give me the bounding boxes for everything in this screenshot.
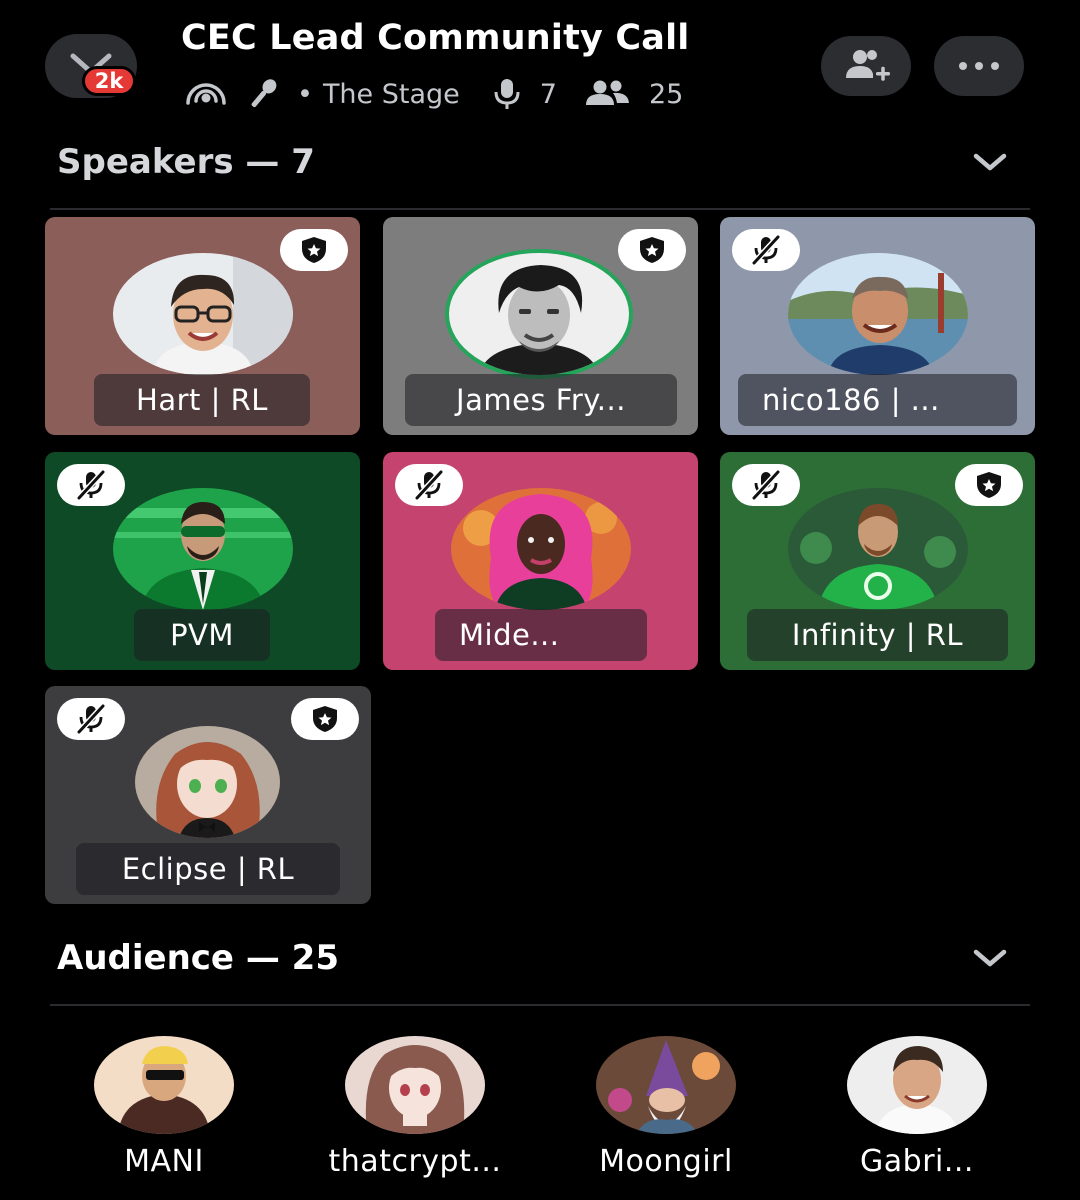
speaker-name: PVM	[134, 609, 270, 661]
speaker-tile[interactable]: Mide...	[383, 452, 698, 670]
speaker-tile[interactable]: James Fry...	[383, 217, 698, 435]
avatar	[135, 726, 280, 838]
speaker-name: Infinity | RL	[747, 609, 1008, 661]
avatar	[345, 1036, 485, 1134]
avatar	[451, 488, 631, 610]
stage-broadcast-icon	[181, 78, 231, 110]
avatar	[113, 488, 293, 610]
mic-muted-icon	[76, 469, 106, 501]
shield-star-icon	[313, 706, 337, 732]
speaker-tile[interactable]: Infinity | RL	[720, 452, 1035, 670]
shield-star-icon	[640, 237, 664, 263]
more-options-button[interactable]	[934, 36, 1024, 96]
speaker-tile[interactable]: PVM	[45, 452, 360, 670]
moderator-badge	[955, 464, 1023, 506]
speaker-tile[interactable]: Eclipse | RL	[45, 686, 371, 904]
chevron-down-icon	[973, 949, 1007, 967]
speaker-name: James Fry...	[405, 374, 677, 426]
muted-indicator	[732, 464, 800, 506]
moderator-badge	[280, 229, 348, 271]
muted-indicator	[57, 464, 125, 506]
shield-star-icon	[977, 472, 1001, 498]
muted-indicator	[732, 229, 800, 271]
speaker-name: Hart | RL	[94, 374, 310, 426]
audience-name: thatcrypt...	[328, 1144, 502, 1179]
divider	[50, 208, 1030, 210]
notification-badge: 2k	[82, 66, 136, 96]
audience-name: Moongirl	[599, 1144, 733, 1179]
collapse-speakers-button[interactable]	[972, 150, 1008, 178]
people-icon	[583, 79, 631, 109]
avatar	[788, 253, 968, 375]
more-icon	[959, 62, 999, 70]
avatar	[94, 1036, 234, 1134]
add-user-icon	[846, 50, 890, 81]
page-title: CEC Lead Community Call	[181, 18, 690, 58]
chevron-down-icon	[973, 153, 1007, 171]
avatar	[788, 488, 968, 610]
mic-muted-icon	[76, 703, 106, 735]
mic-muted-icon	[751, 469, 781, 501]
muted-indicator	[395, 464, 463, 506]
mic-muted-icon	[751, 234, 781, 266]
moderator-badge	[618, 229, 686, 271]
divider	[50, 1004, 1030, 1006]
speaker-mic-icon	[492, 77, 522, 111]
avatar	[847, 1036, 987, 1134]
speaker-name: Mide...	[435, 609, 647, 661]
speaker-tile[interactable]: Hart | RL	[45, 217, 360, 435]
invite-button[interactable]	[821, 36, 911, 96]
muted-indicator	[57, 698, 125, 740]
microphone-icon	[243, 76, 283, 112]
avatar	[113, 253, 293, 375]
listener-count: 25	[648, 78, 684, 110]
speakers-section-title: Speakers — 7	[57, 142, 315, 182]
stage-info: • The Stage 7 25	[181, 74, 683, 114]
moderator-badge	[291, 698, 359, 740]
speaker-tile[interactable]: nico186 | ...	[720, 217, 1035, 435]
speaker-name: Eclipse | RL	[76, 843, 340, 895]
audience-member[interactable]: thatcrypt...	[300, 1036, 530, 1186]
audience-member[interactable]: Gabri...	[802, 1036, 1032, 1186]
shield-star-icon	[302, 237, 326, 263]
audience-section-title: Audience — 25	[57, 938, 339, 978]
speaker-name: nico186 | ...	[738, 374, 1017, 426]
audience-name: Gabri...	[860, 1144, 974, 1179]
collapse-audience-button[interactable]	[972, 946, 1008, 974]
avatar	[449, 253, 629, 375]
audience-member[interactable]: MANI	[49, 1036, 279, 1186]
audience-name: MANI	[124, 1144, 204, 1179]
mic-muted-icon	[414, 469, 444, 501]
stage-name: The Stage	[322, 78, 460, 110]
speaker-count: 7	[539, 78, 557, 110]
avatar	[596, 1036, 736, 1134]
audience-member[interactable]: Moongirl	[551, 1036, 781, 1186]
